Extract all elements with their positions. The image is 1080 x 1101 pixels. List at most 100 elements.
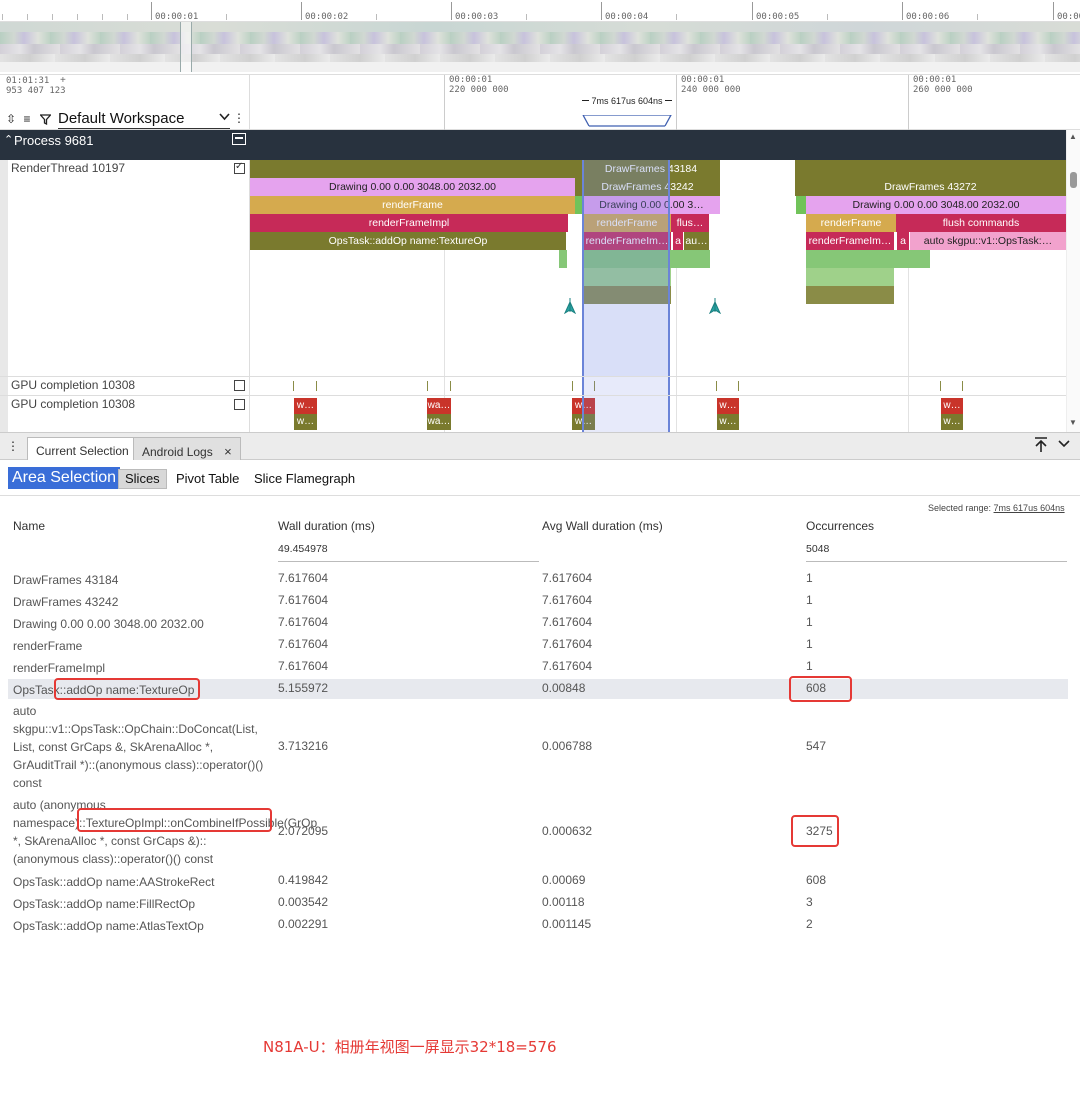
overview-density-map bbox=[0, 22, 1080, 72]
scroll-up-icon[interactable]: ▲ bbox=[1069, 132, 1077, 141]
gpu-slice[interactable]: w… bbox=[294, 414, 317, 430]
tracks-panel[interactable]: ⌃ Process 9681 RenderThread 10197 DrawFr… bbox=[0, 130, 1080, 432]
track-checkbox[interactable] bbox=[234, 380, 245, 391]
track-checkbox[interactable] bbox=[234, 161, 245, 174]
gpu-slice[interactable]: w… bbox=[717, 414, 739, 430]
slice[interactable] bbox=[806, 250, 930, 268]
slice[interactable]: a bbox=[897, 232, 909, 250]
scrollbar-thumb[interactable] bbox=[1070, 172, 1077, 188]
slice[interactable] bbox=[559, 250, 567, 268]
chevron-down-icon[interactable] bbox=[1058, 437, 1070, 452]
track-slices-canvas[interactable]: DrawFrames 43184 Drawing 0.00 0.00 3048.… bbox=[250, 160, 1066, 376]
add-offset-button[interactable]: + bbox=[60, 75, 66, 86]
gpu-slice[interactable]: w… bbox=[717, 398, 739, 414]
table-row[interactable]: DrawFrames 43242 7.617604 7.617604 1 bbox=[8, 593, 1068, 613]
table-row[interactable]: renderFrameImpl 7.617604 7.617604 1 bbox=[8, 659, 1068, 679]
tab-slices[interactable]: Slices bbox=[118, 469, 167, 489]
slice-flush-commands[interactable]: flush commands bbox=[896, 214, 1066, 232]
table-row[interactable]: OpsTask::addOp name:AAStrokeRect 0.41984… bbox=[8, 873, 1068, 893]
slice-renderframe[interactable]: renderFrame bbox=[250, 196, 575, 214]
pin-top-icon[interactable] bbox=[1034, 437, 1048, 457]
track-render-thread[interactable]: RenderThread 10197 DrawFrames 43184 Draw… bbox=[0, 160, 1066, 377]
gpu-instant[interactable] bbox=[450, 381, 451, 391]
slice[interactable] bbox=[806, 268, 894, 286]
scroll-down-icon[interactable]: ▼ bbox=[1069, 418, 1077, 427]
track-accent bbox=[0, 377, 8, 395]
tab-pivot-table[interactable]: Pivot Table bbox=[176, 471, 239, 486]
flow-arrow-icon[interactable] bbox=[708, 298, 722, 317]
track-checkbox[interactable] bbox=[234, 399, 245, 410]
gpu-instant[interactable] bbox=[316, 381, 317, 391]
slice-flush[interactable]: flus… bbox=[671, 214, 709, 232]
track-accent bbox=[0, 396, 8, 432]
chevron-down-icon bbox=[219, 113, 230, 124]
track-slices-canvas[interactable]: w… w… wa… wa… w… w… w… w… w… w… bbox=[250, 396, 1066, 432]
track-gpu-completion[interactable]: GPU completion 10308 w… w… wa… wa… w… w…… bbox=[0, 396, 1066, 432]
gpu-slice[interactable]: w… bbox=[941, 398, 963, 414]
sort-icon[interactable]: ≡ bbox=[20, 111, 34, 127]
slice-renderframe-impl[interactable]: renderFrameImpl bbox=[250, 214, 568, 232]
gpu-instant[interactable] bbox=[293, 381, 294, 391]
selected-range-link[interactable]: 7ms 617us 604ns bbox=[994, 503, 1065, 513]
chevron-up-icon[interactable]: ⌃ bbox=[4, 133, 13, 146]
flow-arrow-icon[interactable] bbox=[563, 298, 577, 317]
table-row[interactable]: DrawFrames 43184 7.617604 7.617604 1 bbox=[8, 571, 1068, 591]
tracks-scrollbar[interactable]: ▲ ▼ bbox=[1066, 130, 1080, 432]
gpu-instant[interactable] bbox=[716, 381, 717, 391]
process-group-header[interactable]: ⌃ Process 9681 bbox=[0, 130, 1066, 160]
slice[interactable] bbox=[250, 160, 582, 178]
collapse-all-icon[interactable]: ⇳ bbox=[4, 111, 18, 127]
slice-drawframes[interactable]: DrawFrames 43272 bbox=[795, 178, 1066, 196]
tab-slice-flamegraph[interactable]: Slice Flamegraph bbox=[254, 471, 355, 486]
time-axis[interactable]: 00:00:01 220 000 000 00:00:01 240 000 00… bbox=[250, 75, 1080, 131]
area-selection-highlight[interactable] bbox=[582, 160, 670, 376]
column-header-name[interactable]: Name bbox=[13, 519, 45, 533]
time-mark-label: 00:00:01 bbox=[913, 75, 957, 85]
track-gpu-completion[interactable]: GPU completion 10308 bbox=[0, 377, 1066, 396]
gpu-slice[interactable]: wa… bbox=[427, 414, 451, 430]
slice[interactable]: a bbox=[673, 232, 683, 250]
column-header-occurrences[interactable]: Occurrences bbox=[806, 519, 874, 533]
cell-wall: 2.072095 bbox=[278, 824, 329, 838]
timeline-overview[interactable]: 00:00:01 00:00:02 00:00:03 00:00:04 00:0… bbox=[0, 0, 1080, 74]
slice-drawing[interactable]: Drawing 0.00 0.00 3048.00 2032.00 bbox=[250, 178, 575, 196]
gpu-slice[interactable]: w… bbox=[294, 398, 317, 414]
workspace-select[interactable]: Default Workspace bbox=[58, 109, 230, 129]
gpu-instant[interactable] bbox=[940, 381, 941, 391]
column-header-wall[interactable]: Wall duration (ms) bbox=[278, 519, 375, 533]
slice-renderframe-impl[interactable]: renderFrameIm… bbox=[806, 232, 894, 250]
slice-auto-skgpu[interactable]: auto skgpu::v1::OpsTask:… bbox=[910, 232, 1066, 250]
tab-current-selection[interactable]: Current Selection bbox=[27, 437, 138, 461]
gpu-instant[interactable] bbox=[572, 381, 573, 391]
slice-drawing[interactable]: Drawing 0.00 0.00 3048.00 2032.00 bbox=[806, 196, 1066, 214]
slice[interactable] bbox=[796, 196, 806, 214]
collapse-group-icon[interactable] bbox=[232, 133, 246, 145]
table-row[interactable]: OpsTask::addOp name:AtlasTextOp 0.002291… bbox=[8, 917, 1068, 937]
track-label: GPU completion 10308 bbox=[0, 396, 250, 432]
table-row[interactable]: OpsTask::addOp name:FillRectOp 0.003542 … bbox=[8, 895, 1068, 915]
total-occurrences: 5048 bbox=[806, 543, 1067, 562]
kebab-menu-icon[interactable]: ⋮ bbox=[232, 110, 246, 126]
table-row[interactable]: auto skgpu::v1::OpsTask::OpChain::DoConc… bbox=[8, 702, 1068, 794]
overview-visible-window[interactable] bbox=[180, 22, 192, 72]
table-row[interactable]: renderFrame 7.617604 7.617604 1 bbox=[8, 637, 1068, 657]
track-slices-canvas[interactable] bbox=[250, 377, 1066, 395]
gpu-instant[interactable] bbox=[962, 381, 963, 391]
grid-line bbox=[676, 377, 677, 395]
column-header-avg[interactable]: Avg Wall duration (ms) bbox=[542, 519, 663, 533]
gpu-slice[interactable]: wa… bbox=[427, 398, 451, 414]
tab-android-logs[interactable]: Android Logs × bbox=[133, 437, 241, 461]
slice-opstask[interactable]: OpsTask::addOp name:TextureOp bbox=[250, 232, 566, 250]
slice[interactable] bbox=[806, 286, 894, 304]
gpu-instant[interactable] bbox=[738, 381, 739, 391]
selection-handle-icon[interactable] bbox=[582, 115, 672, 127]
slice[interactable] bbox=[795, 160, 1066, 178]
table-row[interactable]: Drawing 0.00 0.00 3048.00 2032.00 7.6176… bbox=[8, 615, 1068, 635]
gpu-instant[interactable] bbox=[427, 381, 428, 391]
gpu-slice[interactable]: w… bbox=[941, 414, 963, 430]
filter-icon[interactable] bbox=[38, 111, 52, 127]
slice-renderframe[interactable]: renderFrame bbox=[806, 214, 896, 232]
kebab-menu-icon[interactable]: ⋮ bbox=[6, 438, 20, 454]
close-icon[interactable]: × bbox=[224, 444, 232, 459]
slice[interactable]: au… bbox=[684, 232, 709, 250]
